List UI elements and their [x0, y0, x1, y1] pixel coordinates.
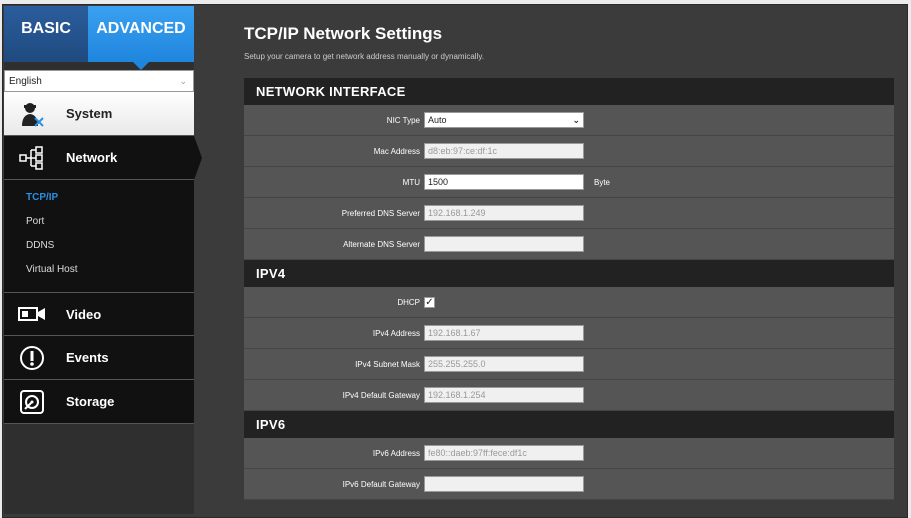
row-mac-address: Mac Address d8:eb:97:ce:df:1c	[244, 136, 894, 167]
ipv4-address-label: IPv4 Address	[372, 328, 420, 338]
submenu-tcpip[interactable]: TCP/IP	[4, 186, 194, 210]
row-nic-type: NIC Type Auto ⌄	[244, 105, 894, 136]
settings-panel: NETWORK INTERFACE NIC Type Auto ⌄ Mac Ad…	[244, 78, 894, 500]
page-title: TCP/IP Network Settings	[244, 24, 443, 43]
mtu-input[interactable]: 1500	[424, 174, 584, 190]
page-subtitle: Setup your camera to get network address…	[244, 52, 484, 61]
sidebar: BASIC ADVANCED English ⌄ System Network …	[4, 6, 202, 514]
row-alternate-dns: Alternate DNS Server	[244, 229, 894, 260]
sidebar-item-events[interactable]: Events	[4, 336, 194, 380]
ipv4-gateway-label: IPv4 Default Gateway	[342, 390, 420, 400]
main-content: TCP/IP Network Settings Setup your camer…	[230, 6, 906, 61]
sidebar-item-label: Video	[66, 306, 102, 322]
mac-address-field: d8:eb:97:ce:df:1c	[424, 143, 584, 159]
mtu-label: MTU	[402, 177, 420, 187]
chevron-down-icon: ⌄	[572, 114, 580, 125]
submenu-port[interactable]: Port	[4, 210, 194, 234]
dhcp-checkbox[interactable]: ✓	[424, 296, 435, 308]
ipv6-gateway-label: IPv6 Default Gateway	[342, 479, 420, 489]
alternate-dns-label: Alternate DNS Server	[343, 239, 420, 249]
ipv4-gateway-field[interactable]: 192.168.1.254	[424, 387, 584, 403]
sidebar-item-label: Storage	[66, 394, 115, 409]
submenu-ddns[interactable]: DDNS	[4, 234, 194, 258]
network-submenu: TCP/IP Port DDNS Virtual Host	[4, 180, 194, 292]
nic-type-select[interactable]: Auto ⌄	[424, 112, 584, 128]
network-icon	[12, 145, 52, 170]
ipv6-address-field: fe80::daeb:97ff:fece:df1c	[424, 445, 584, 461]
row-dhcp: DHCP ✓	[244, 287, 894, 318]
language-select[interactable]: English ⌄	[4, 70, 194, 92]
preferred-dns-field[interactable]: 192.168.1.249	[424, 205, 584, 221]
sidebar-item-network[interactable]: Network	[4, 135, 202, 180]
sidebar-item-system[interactable]: System	[4, 92, 194, 136]
mtu-unit: Byte	[594, 177, 611, 187]
sidebar-item-video[interactable]: Video	[4, 292, 194, 336]
alert-icon	[12, 345, 52, 371]
tab-advanced[interactable]: ADVANCED	[88, 6, 194, 70]
submenu-virtual-host[interactable]: Virtual Host	[4, 258, 194, 282]
sidebar-item-label: Network	[66, 150, 118, 165]
row-ipv6-address: IPv6 Address fe80::daeb:97ff:fece:df1c	[244, 438, 894, 469]
mac-address-label: Mac Address	[373, 146, 420, 156]
chevron-down-icon: ⌄	[179, 75, 187, 86]
sidebar-item-storage[interactable]: Storage	[4, 380, 194, 424]
preferred-dns-label: Preferred DNS Server	[341, 208, 420, 218]
row-ipv4-gateway: IPv4 Default Gateway 192.168.1.254	[244, 380, 894, 411]
section-network-interface: NETWORK INTERFACE	[244, 78, 894, 105]
row-ipv4-address: IPv4 Address 192.168.1.67	[244, 318, 894, 349]
tab-basic[interactable]: BASIC	[4, 6, 88, 62]
row-ipv6-gateway: IPv6 Default Gateway	[244, 469, 894, 500]
language-value: English	[9, 75, 42, 87]
hard-drive-icon	[12, 389, 52, 415]
row-ipv4-subnet-mask: IPv4 Subnet Mask 255.255.255.0	[244, 349, 894, 380]
ipv4-subnet-mask-field[interactable]: 255.255.255.0	[424, 356, 584, 372]
sidebar-item-label: Events	[66, 350, 109, 365]
ipv6-gateway-field[interactable]	[424, 476, 584, 492]
section-ipv6: IPV6	[244, 411, 894, 438]
alternate-dns-field[interactable]	[424, 236, 584, 252]
row-mtu: MTU 1500 Byte	[244, 167, 894, 198]
system-admin-icon	[12, 101, 52, 127]
section-ipv4: IPV4	[244, 260, 894, 287]
ipv4-subnet-mask-label: IPv4 Subnet Mask	[355, 359, 420, 369]
mode-tabs: BASIC ADVANCED	[4, 6, 194, 70]
dhcp-label: DHCP	[397, 297, 420, 307]
nic-type-label: NIC Type	[386, 115, 420, 125]
sidebar-item-label: System	[66, 106, 113, 121]
ipv4-address-field[interactable]: 192.168.1.67	[424, 325, 584, 341]
ipv6-address-label: IPv6 Address	[372, 448, 420, 458]
video-camera-icon	[12, 305, 52, 323]
nic-type-value: Auto	[428, 114, 447, 125]
row-preferred-dns: Preferred DNS Server 192.168.1.249	[244, 198, 894, 229]
